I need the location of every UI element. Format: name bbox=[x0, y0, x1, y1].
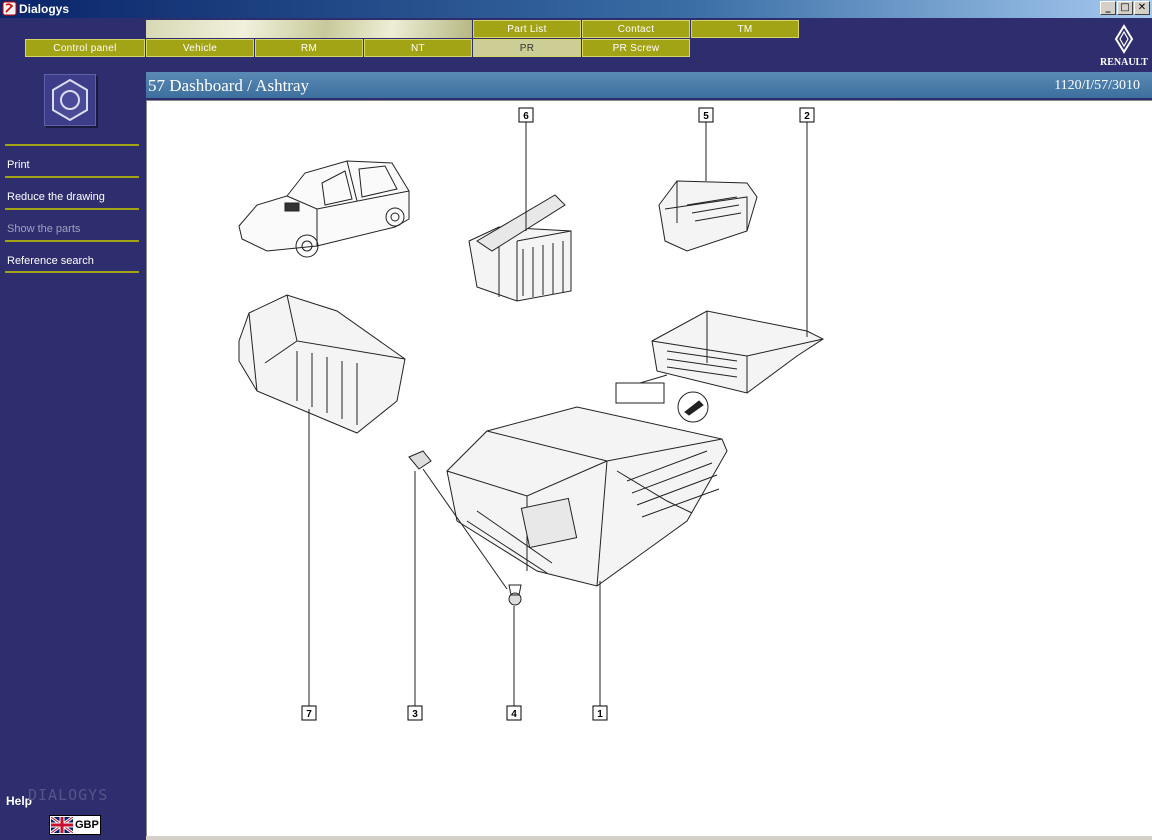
renault-logo: RENAULT bbox=[1098, 24, 1150, 68]
callout-5-label: 5 bbox=[703, 111, 709, 122]
dialogys-brand: DIALOGYS bbox=[28, 786, 109, 804]
callout-3[interactable]: 3 bbox=[407, 705, 423, 721]
nav-rm[interactable]: RM bbox=[255, 39, 363, 57]
nav-pr[interactable]: PR bbox=[473, 39, 581, 57]
callout-1[interactable]: 1 bbox=[592, 705, 608, 721]
label-leader bbox=[639, 374, 668, 384]
close-button[interactable]: ✕ bbox=[1134, 1, 1150, 15]
currency-selector[interactable]: GBP bbox=[49, 815, 101, 835]
part-3-clip bbox=[408, 450, 432, 470]
callout-2-label: 2 bbox=[804, 111, 810, 122]
nav-contact[interactable]: Contact bbox=[582, 20, 690, 38]
part-2-housing bbox=[651, 310, 825, 394]
callout-6[interactable]: 6 bbox=[518, 107, 534, 123]
parts-drawing[interactable]: 6 5 2 7 3 4 1 bbox=[146, 100, 1152, 836]
sidebar-item-print[interactable]: Print bbox=[5, 144, 139, 176]
header-banner bbox=[146, 20, 472, 38]
exploded-diagram: 6 5 2 7 3 4 1 bbox=[238, 107, 825, 721]
nav-pr-screw[interactable]: PR Screw bbox=[582, 39, 690, 57]
callout-6-label: 6 bbox=[523, 111, 529, 122]
page-reference: 1120/I/57/3010 bbox=[1054, 78, 1140, 93]
renault-logo-text: RENAULT bbox=[1100, 57, 1148, 68]
callout-1-label: 1 bbox=[597, 709, 603, 720]
part-4-bolt bbox=[508, 584, 522, 606]
callout-4-label: 4 bbox=[511, 709, 517, 720]
nav-tm[interactable]: TM bbox=[691, 20, 799, 38]
nav-part-list[interactable]: Part List bbox=[473, 20, 581, 38]
uk-flag-icon bbox=[51, 817, 73, 833]
callout-5[interactable]: 5 bbox=[698, 107, 714, 123]
callout-3-label: 3 bbox=[412, 709, 418, 720]
sidebar-item-reduce-drawing[interactable]: Reduce the drawing bbox=[5, 176, 139, 208]
nav-vehicle[interactable]: Vehicle bbox=[146, 39, 254, 57]
window-title-bar: Dialogys _ □ ✕ bbox=[0, 0, 1152, 18]
nut-icon bbox=[44, 74, 96, 126]
currency-label: GBP bbox=[75, 819, 99, 831]
renault-diamond-icon bbox=[1114, 24, 1134, 54]
part-5-insert bbox=[658, 180, 758, 252]
page-title-bar: 57 Dashboard / Ashtray 1120/I/57/3010 bbox=[146, 72, 1152, 100]
part-7-cover bbox=[238, 294, 406, 434]
status-strip bbox=[146, 836, 1152, 840]
sidebar-item-reference-search[interactable]: Reference search bbox=[5, 240, 139, 272]
part-1-assembly bbox=[446, 406, 728, 587]
header: Part List Contact TM Control panel Vehic… bbox=[0, 18, 1152, 72]
blank-label-box bbox=[615, 382, 665, 404]
app-icon bbox=[2, 1, 17, 16]
callout-7[interactable]: 7 bbox=[301, 705, 317, 721]
nav-nt[interactable]: NT bbox=[364, 39, 472, 57]
window-title: Dialogys bbox=[19, 2, 70, 16]
sidebar: Print Reduce the drawing Show the parts … bbox=[0, 72, 146, 840]
minimize-button[interactable]: _ bbox=[1100, 1, 1116, 15]
part-6-ashtray bbox=[468, 194, 572, 302]
car-illustration bbox=[238, 160, 410, 258]
sidebar-divider bbox=[5, 271, 139, 273]
page-title: 57 Dashboard / Ashtray bbox=[148, 76, 310, 95]
maximize-button[interactable]: □ bbox=[1117, 1, 1133, 15]
callout-7-label: 7 bbox=[306, 709, 312, 720]
callout-2[interactable]: 2 bbox=[799, 107, 815, 123]
nav-control-panel[interactable]: Control panel bbox=[25, 39, 145, 57]
sidebar-item-show-parts[interactable]: Show the parts bbox=[5, 208, 139, 240]
callout-4[interactable]: 4 bbox=[506, 705, 522, 721]
